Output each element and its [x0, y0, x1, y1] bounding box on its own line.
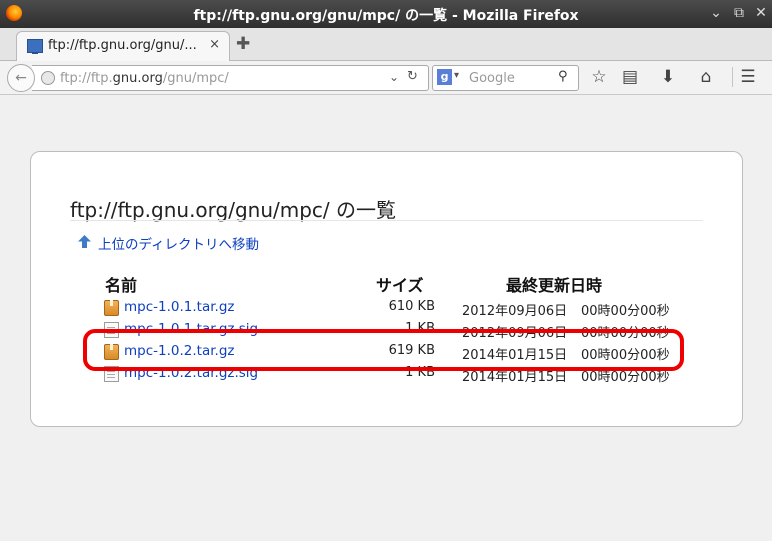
page-content: ftp://ftp.gnu.org/gnu/mpc/ の一覧 上位のディレクトリ… [0, 95, 772, 541]
parent-directory-label[interactable]: 上位のディレクトリへ移動 [98, 233, 259, 253]
url-dropdown-icon[interactable]: ⌄ [389, 70, 399, 84]
firefox-window: ftp://ftp.gnu.org/gnu/mpc/ の一覧 - Mozilla… [0, 0, 772, 541]
reading-list-icon[interactable]: ▤ [619, 67, 641, 87]
file-size: 610 KB [388, 299, 435, 314]
reload-icon[interactable]: ↻ [407, 69, 418, 84]
google-engine-icon[interactable]: g [437, 69, 452, 85]
search-engine-dropdown-icon[interactable]: ▾ [454, 70, 459, 81]
column-header-size[interactable]: サイズ [376, 272, 424, 296]
highlight-annotation [83, 329, 684, 371]
search-bar[interactable]: g ▾ Google ⚲ [432, 65, 579, 91]
column-header-modified[interactable]: 最終更新日時 [506, 272, 602, 296]
tab-label: ftp://ftp.gnu.org/gnu/... [48, 38, 197, 53]
bookmark-star-icon[interactable]: ☆ [588, 67, 610, 87]
back-button[interactable]: ← [7, 64, 35, 92]
download-icon[interactable]: ⬇ [657, 67, 679, 87]
file-time: 00時00分00秒 [581, 304, 670, 319]
search-placeholder[interactable]: Google [469, 71, 515, 86]
url-bar[interactable]: ftp://ftp.gnu.org/gnu/mpc/ ⌄ ↻ [32, 65, 429, 91]
heading-divider [70, 220, 703, 221]
new-tab-icon[interactable]: ✚ [236, 34, 250, 54]
chevron-down-icon[interactable]: ⌄ [708, 5, 724, 21]
title-bar: ftp://ftp.gnu.org/gnu/mpc/ の一覧 - Mozilla… [0, 0, 772, 28]
tab-ftp-listing[interactable]: ftp://ftp.gnu.org/gnu/... × [16, 31, 230, 61]
up-arrow-icon [78, 235, 91, 248]
home-icon[interactable]: ⌂ [695, 67, 717, 87]
globe-icon [41, 71, 55, 85]
column-header-name[interactable]: 名前 [105, 272, 137, 296]
page-title: ftp://ftp.gnu.org/gnu/mpc/ の一覧 [70, 198, 397, 222]
toolbar-separator [732, 67, 733, 87]
restore-icon[interactable]: ⧉ [731, 5, 747, 21]
file-link[interactable]: mpc-1.0.1.tar.gz [124, 299, 234, 315]
monitor-icon [27, 39, 43, 54]
table-row: mpc-1.0.1.tar.gz 610 KB 2012年09月06日 00時0… [31, 298, 742, 320]
listing-panel: ftp://ftp.gnu.org/gnu/mpc/ の一覧 上位のディレクトリ… [30, 151, 743, 427]
window-title: ftp://ftp.gnu.org/gnu/mpc/ の一覧 - Mozilla… [193, 8, 579, 24]
package-icon [104, 300, 119, 316]
nav-bar: ftp://ftp.gnu.org/gnu/mpc/ ⌄ ↻ ← g ▾ Goo… [0, 61, 772, 95]
tab-close-icon[interactable]: × [209, 37, 220, 52]
file-date: 2012年09月06日 [462, 304, 568, 319]
menu-icon[interactable]: ☰ [737, 67, 759, 87]
url-text[interactable]: ftp://ftp.gnu.org/gnu/mpc/ [60, 71, 229, 86]
tab-strip: ftp://ftp.gnu.org/gnu/... × ✚ [0, 28, 772, 61]
close-icon[interactable]: ✕ [753, 5, 769, 21]
binoculars-icon[interactable]: ⚲ [558, 69, 568, 84]
